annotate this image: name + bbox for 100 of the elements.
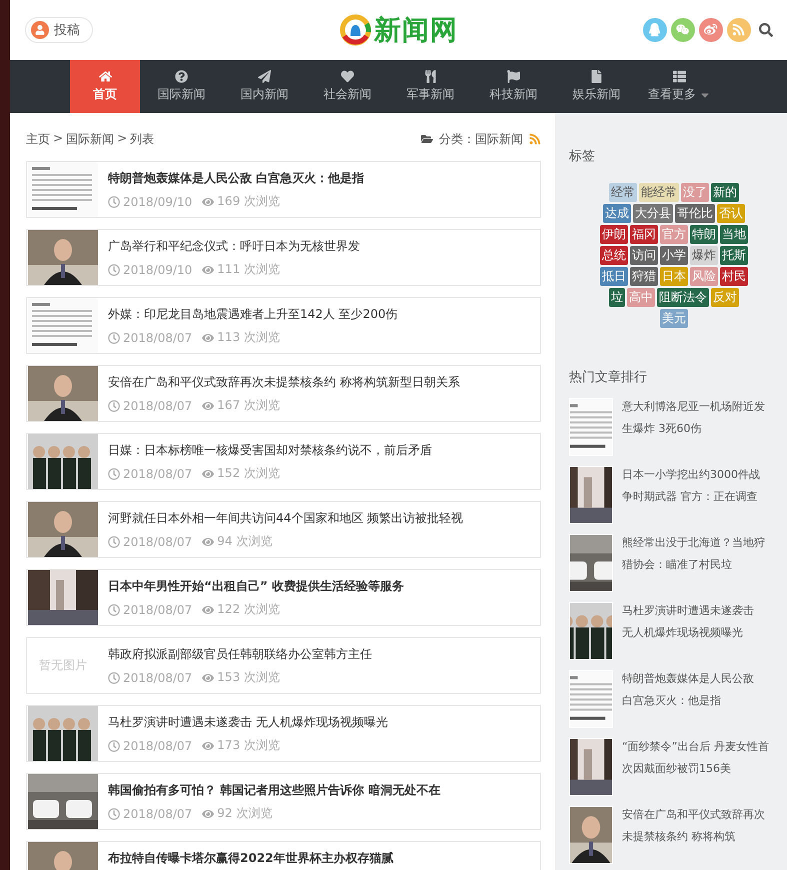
clock-icon <box>108 400 120 412</box>
hot-article-title[interactable]: 日本一小学挖出约3000件战 争时期武器 官方：正在调查 <box>622 464 760 524</box>
tag[interactable]: 访问 <box>630 246 658 265</box>
tag[interactable]: 福冈 <box>630 225 658 244</box>
nav-tab[interactable]: 社会新闻 <box>306 60 389 113</box>
hot-article-title[interactable]: 特朗普炮轰媒体是人民公敌 白宫急灭火：他是指 <box>622 668 754 728</box>
article-title[interactable]: 广岛举行和平纪念仪式：呼吁日本为无核世界发 <box>108 238 360 255</box>
article-card[interactable]: 河野就任日本外相一年间共访问44个国家和地区 频繁出访被批轻视 2018/08/07 94 次浏览 <box>26 501 541 558</box>
clock-icon <box>108 468 120 480</box>
article-title[interactable]: 特朗普炮轰媒体是人民公敌 白宫急灭火：他是指 <box>108 170 364 187</box>
tag[interactable]: 小学 <box>660 246 688 265</box>
tag[interactable]: 阻断法令 <box>657 288 709 307</box>
list-icon <box>673 70 686 83</box>
eye-icon <box>202 740 214 752</box>
hot-article-title[interactable]: “面纱禁令”出台后 丹麦女性首 次因戴面纱被罚156美 <box>622 736 769 796</box>
view-count: 152 次浏览 <box>217 465 280 482</box>
qq-icon[interactable] <box>643 18 667 42</box>
tag[interactable]: 抵日 <box>600 267 628 286</box>
clock-icon <box>108 808 120 820</box>
nav-tab[interactable]: 国际新闻 <box>140 60 223 113</box>
eye-icon <box>202 332 214 344</box>
article-card[interactable]: 特朗普炮轰媒体是人民公敌 白宫急灭火：他是指 2018/09/10 169 次浏览 <box>26 161 541 218</box>
article-title[interactable]: 布拉特自传曝卡塔尔赢得2022年世界杯主办权存猫腻 <box>108 850 394 867</box>
tag[interactable]: 当地 <box>720 225 748 244</box>
logo-icon <box>339 14 371 46</box>
article-card[interactable]: 马杜罗演讲时遭遇未遂袭击 无人机爆炸现场视频曝光 2018/08/07 173 次浏览 <box>26 705 541 762</box>
tag[interactable]: 垃 <box>609 288 625 307</box>
article-date: 2018/08/07 <box>123 602 192 616</box>
article-date: 2018/08/07 <box>123 806 192 820</box>
article-card[interactable]: 外媒：印尼龙目岛地震遇难者上升至142人 至少200伤 2018/08/07 113 次浏览 <box>26 297 541 354</box>
breadcrumb-separator: > <box>53 130 64 146</box>
article-card[interactable]: 安倍在广岛和平仪式致辞再次未提禁核条约 称将构筑新型日朝关系 2018/08/07 167 次浏览 <box>26 365 541 422</box>
eye-icon <box>202 468 214 480</box>
tag[interactable]: 托斯 <box>720 246 748 265</box>
category-label: 分类：国际新闻 <box>439 130 523 148</box>
hot-article-title[interactable]: 意大利博洛尼亚一机场附近发 生爆炸 3死60伤 <box>622 396 765 456</box>
search-icon[interactable] <box>759 23 773 37</box>
view-count: 167 次浏览 <box>217 397 280 414</box>
eye-icon <box>202 400 214 412</box>
breadcrumb-link[interactable]: 国际新闻 <box>66 130 114 148</box>
clock-icon <box>108 264 120 276</box>
view-count: 169 次浏览 <box>217 193 280 210</box>
rss-icon[interactable] <box>529 133 541 145</box>
nav-tab[interactable]: 国内新闻 <box>223 60 306 113</box>
tag[interactable]: 哥伦比 <box>675 204 715 223</box>
eye-icon <box>202 536 214 548</box>
article-title[interactable]: 河野就任日本外相一年间共访问44个国家和地区 频繁出访被批轻视 <box>108 510 464 527</box>
hot-article-title[interactable]: 马杜罗演讲时遭遇未遂袭击 无人机爆炸现场视频曝光 <box>622 600 754 660</box>
eye-icon <box>202 264 214 276</box>
nav-tab[interactable]: 军事新闻 <box>389 60 472 113</box>
article-date: 2018/08/07 <box>123 738 192 752</box>
article-title[interactable]: 日媒：日本标榜唯一核爆受害国却对禁核条约说不，前后矛盾 <box>108 442 432 459</box>
article-date: 2018/09/10 <box>123 262 192 276</box>
tag[interactable]: 伊朗 <box>600 225 628 244</box>
nav-tab[interactable]: 首页 <box>70 60 140 113</box>
article-date: 2018/09/10 <box>123 194 192 208</box>
hot-article-title[interactable]: 安倍在广岛和平仪式致辞再次 未提禁核条约 称将构筑 <box>622 804 765 864</box>
article-date: 2018/08/07 <box>123 670 192 684</box>
hot-heading: 热门文章排行 <box>569 369 648 386</box>
eye-icon <box>202 672 214 684</box>
article-title[interactable]: 安倍在广岛和平仪式致辞再次未提禁核条约 称将构筑新型日朝关系 <box>108 374 460 391</box>
tag[interactable]: 特朗 <box>690 225 718 244</box>
clock-icon <box>108 672 120 684</box>
rss-icon[interactable] <box>727 18 751 42</box>
article-date: 2018/08/07 <box>123 398 192 412</box>
article-card[interactable]: 布拉特自传曝卡塔尔赢得2022年世界杯主办权存猫腻 <box>26 841 541 870</box>
article-title[interactable]: 外媒：印尼龙目岛地震遇难者上升至142人 至少200伤 <box>108 306 398 323</box>
tag[interactable]: 新的 <box>711 183 739 202</box>
paper-plane-icon <box>258 70 271 83</box>
article-title[interactable]: 日本中年男性开始“出租自己” 收费提供生活经验等服务 <box>108 578 404 595</box>
nav-tab[interactable]: 娱乐新闻 <box>555 60 638 113</box>
article-card[interactable]: 韩国偷拍有多可怕？ 韩国记者用这些照片告诉你 暗洞无处不在 2018/08/07 92 次浏览 <box>26 773 541 830</box>
view-count: 92 次浏览 <box>217 805 272 822</box>
article-card[interactable]: 日本中年男性开始“出租自己” 收费提供生活经验等服务 2018/08/07 122 次浏览 <box>26 569 541 626</box>
article-title[interactable]: 韩国偷拍有多可怕？ 韩国记者用这些照片告诉你 暗洞无处不在 <box>108 782 440 799</box>
tag[interactable]: 总统 <box>600 246 628 265</box>
tag[interactable]: 村民 <box>720 267 748 286</box>
tag[interactable]: 狩猎 <box>630 267 658 286</box>
breadcrumb-link[interactable]: 主页 <box>26 130 50 148</box>
tag[interactable]: 经常 <box>609 183 637 202</box>
nav-tab[interactable]: 查看更多 <box>638 60 721 113</box>
user-icon <box>31 21 49 39</box>
article-title[interactable]: 马杜罗演讲时遭遇未遂袭击 无人机爆炸现场视频曝光 <box>108 714 388 731</box>
tag[interactable]: 能经常 <box>639 183 679 202</box>
breadcrumb-link[interactable]: 列表 <box>130 130 154 148</box>
view-count: 122 次浏览 <box>217 601 280 618</box>
weibo-icon[interactable] <box>699 18 723 42</box>
question-icon <box>175 70 188 83</box>
nav-tab[interactable]: 科技新闻 <box>472 60 555 113</box>
wechat-icon[interactable] <box>671 18 695 42</box>
article-card[interactable]: 日媒：日本标榜唯一核爆受害国却对禁核条约说不，前后矛盾 2018/08/07 152 次浏览 <box>26 433 541 490</box>
tag[interactable]: 大分县 <box>633 204 673 223</box>
article-title[interactable]: 韩政府拟派副部级官员任韩朝联络办公室韩方主任 <box>108 646 372 663</box>
hot-article-title[interactable]: 熊经常出没于北海道？当地狩 猎协会：瞄准了村民垃 <box>622 532 765 592</box>
article-card[interactable]: 广岛举行和平纪念仪式：呼吁日本为无核世界发 2018/09/10 111 次浏览 <box>26 229 541 286</box>
clock-icon <box>108 332 120 344</box>
tag[interactable]: 达成 <box>603 204 631 223</box>
tag[interactable]: 爆炸 <box>690 246 718 265</box>
article-date: 2018/08/07 <box>123 534 192 548</box>
submit-button[interactable]: 投稿 <box>25 17 93 43</box>
